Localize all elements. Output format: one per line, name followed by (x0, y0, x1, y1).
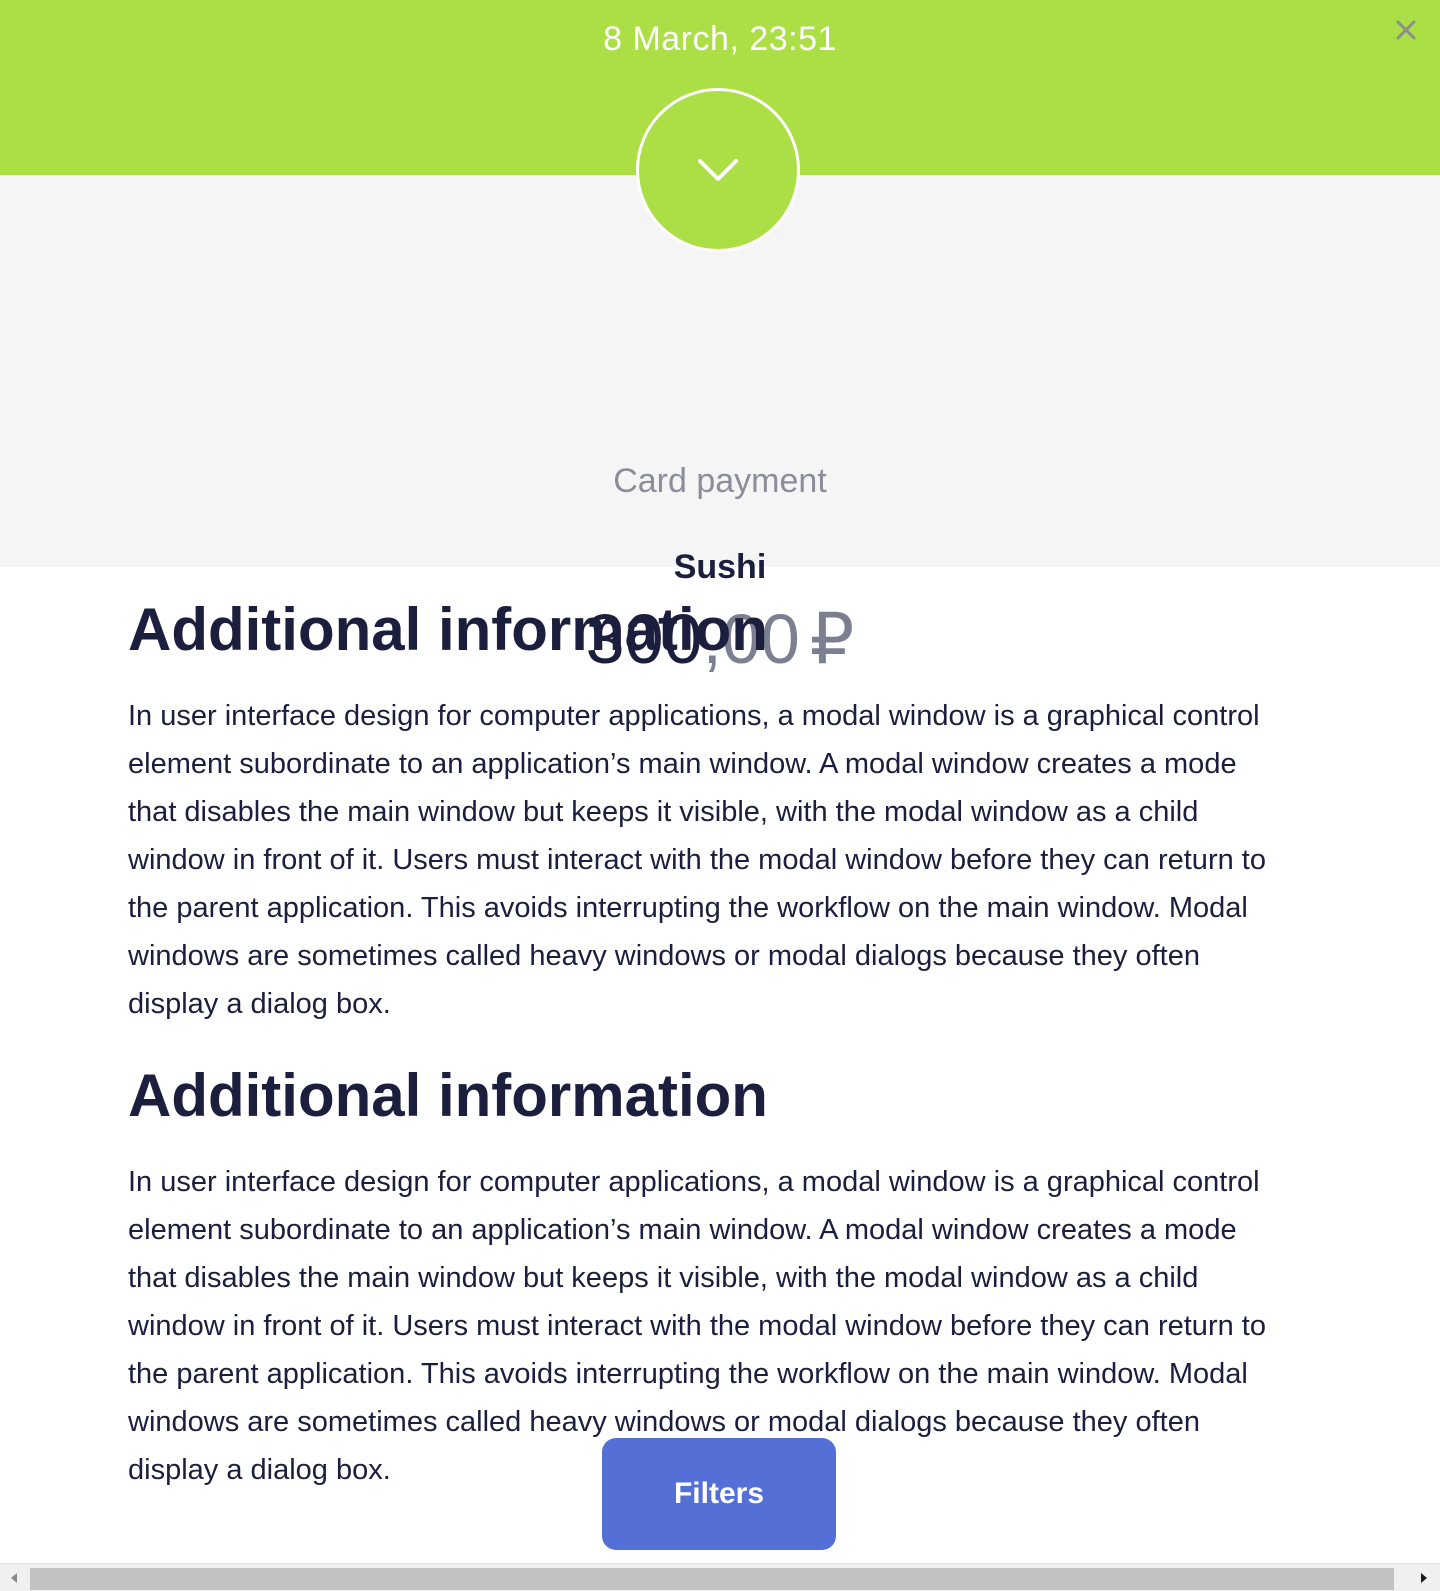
transaction-modal: 8 March, 23:51 Card payment Sushi 300,00… (0, 0, 1440, 1591)
transaction-datetime: 8 March, 23:51 (603, 20, 837, 58)
filters-button[interactable]: Filters (602, 1438, 836, 1550)
payment-type-label: Card payment (613, 462, 827, 500)
close-icon (1396, 20, 1416, 40)
scroll-right-arrow-icon[interactable] (1416, 1570, 1432, 1586)
section-heading: Additional information (128, 1062, 768, 1129)
horizontal-scrollbar[interactable] (0, 1563, 1440, 1591)
merchant-name: Sushi (673, 548, 767, 586)
section-heading: Additional information (128, 596, 768, 663)
section-body: In user interface design for computer ap… (128, 700, 1266, 1020)
scrollbar-thumb[interactable] (30, 1568, 1394, 1590)
scroll-left-arrow-icon[interactable] (6, 1570, 22, 1586)
status-badge (636, 88, 800, 252)
close-button[interactable] (1390, 14, 1422, 46)
additional-info-content: Additional information In user interface… (128, 590, 1288, 1522)
chevron-down-icon (698, 159, 738, 181)
